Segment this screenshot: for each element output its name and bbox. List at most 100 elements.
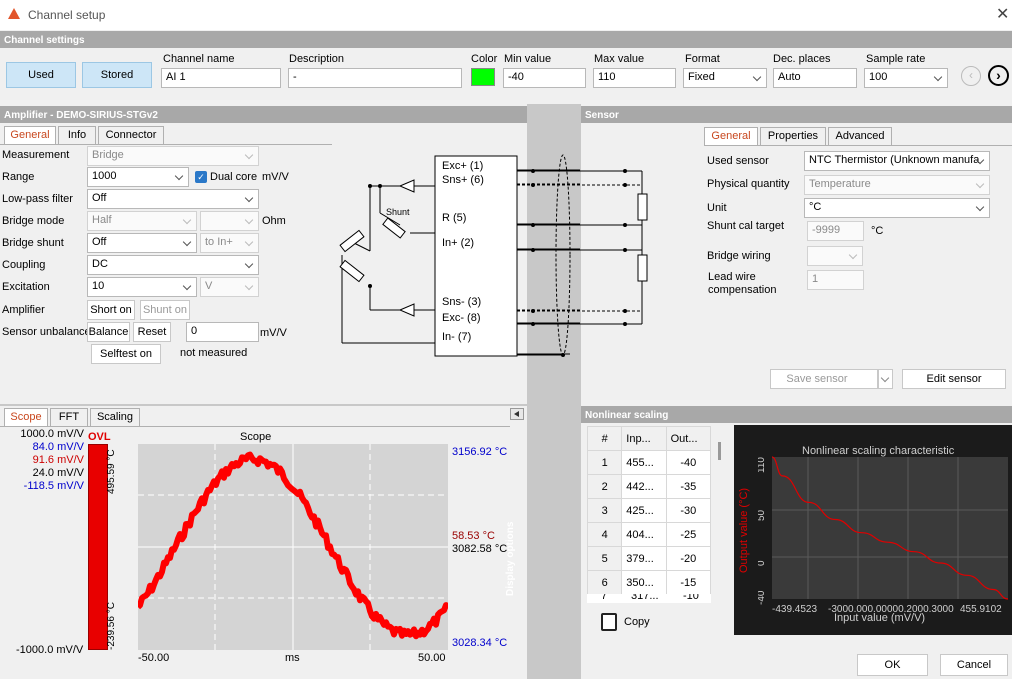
table-header-row: # Inp... Out... (586, 426, 712, 451)
table-row[interactable]: 4 404... -25 (586, 522, 712, 547)
footer-bar: OK Cancel (581, 644, 1012, 679)
dual-core-checkbox[interactable]: ✓ (195, 171, 207, 183)
tab-scaling[interactable]: Scaling (90, 408, 140, 426)
coupling-label: Coupling (2, 259, 46, 271)
measurement-label: Measurement (2, 149, 70, 161)
ovl-indicator: OVL (88, 431, 111, 443)
bridge-mode-select[interactable]: Half (87, 211, 197, 231)
ok-button[interactable]: OK (857, 654, 928, 676)
x-tick-left: -439.4523 (772, 604, 817, 615)
dec-places-input[interactable]: Auto (773, 68, 857, 88)
tab-amplifier-connector[interactable]: Connector (98, 126, 164, 144)
copy-icon[interactable] (601, 613, 617, 631)
stored-button[interactable]: Stored (82, 62, 152, 88)
sensor-tab-underline (704, 145, 1012, 146)
table-row[interactable]: 5 379... -20 (586, 546, 712, 571)
table-row[interactable]: 3 425... -30 (586, 498, 712, 523)
unit-select[interactable]: °C (804, 198, 990, 218)
pin-exc-plus: Exc+ (1) (442, 160, 483, 172)
excitation-select[interactable]: 10 (87, 277, 197, 297)
scale-value: 84.0 mV/V (32, 441, 84, 453)
bridge-ohm-select[interactable] (200, 211, 259, 231)
display-options-tab[interactable]: Display options (505, 522, 516, 596)
format-label: Format (685, 53, 720, 65)
nonlinear-chart: Nonlinear scaling characteristic Output … (734, 425, 1012, 635)
lowpass-select[interactable]: Off (87, 189, 259, 209)
col-index: # (586, 426, 623, 451)
range-select[interactable]: 1000 (87, 167, 189, 187)
display-options-toggle[interactable] (510, 408, 524, 420)
sensor-header: Sensor (581, 106, 1012, 123)
table-row[interactable]: 6 350... -15 (586, 570, 712, 595)
cancel-button[interactable]: Cancel (940, 654, 1008, 676)
prev-channel-icon[interactable]: ‹ (961, 66, 981, 86)
selftest-button[interactable]: Selftest on (91, 344, 161, 364)
tab-scope[interactable]: Scope (4, 408, 48, 427)
close-icon[interactable]: ✕ (996, 4, 1009, 24)
shunt-on-button[interactable]: Shunt on (140, 300, 190, 320)
col-input: Inp... (621, 426, 667, 451)
channel-name-input[interactable]: AI 1 (161, 68, 281, 88)
tab-amplifier-general[interactable]: General (4, 126, 56, 145)
color-swatch[interactable] (471, 68, 495, 86)
used-button[interactable]: Used (6, 62, 76, 88)
sample-rate-select[interactable]: 100 (864, 68, 948, 88)
nonlinear-header: Nonlinear scaling (581, 406, 1012, 423)
unbalance-input[interactable]: 0 (186, 322, 259, 342)
next-channel-icon[interactable]: › (988, 65, 1009, 86)
scope-title: Scope (240, 431, 272, 443)
bar-bottom-value: -239.56 °C (106, 602, 117, 650)
reset-button[interactable]: Reset (133, 322, 171, 342)
copy-button[interactable]: Copy (624, 616, 650, 628)
min-value-input[interactable]: -40 (503, 68, 586, 88)
tab-fft[interactable]: FFT (50, 408, 88, 426)
short-on-button[interactable]: Short on (87, 300, 135, 320)
min-value-label: Min value (504, 53, 552, 65)
bridge-mode-label: Bridge mode (2, 215, 65, 227)
title-bar: Channel setup ✕ (0, 0, 1012, 30)
level-bar (88, 444, 108, 650)
scale-value: 24.0 mV/V (32, 467, 84, 479)
shunt-cal-unit: °C (871, 225, 884, 237)
description-input[interactable]: - (288, 68, 462, 88)
table-row[interactable]: 1 455... -40 (586, 450, 712, 475)
bridge-wiring-select[interactable] (807, 246, 863, 266)
excitation-unit-select[interactable]: V (200, 277, 259, 297)
scope-plot (138, 444, 448, 650)
bridge-shunt-target-select[interactable]: to In+ (200, 233, 259, 253)
tab-sensor-properties[interactable]: Properties (760, 127, 826, 145)
right-mid2-value: 3082.58 °C (452, 543, 508, 555)
max-value-input[interactable]: 110 (593, 68, 676, 88)
bridge-shunt-select[interactable]: Off (87, 233, 197, 253)
shunt-cal-input[interactable]: -9999 (807, 221, 864, 241)
table-row[interactable]: 2 442... -35 (586, 474, 712, 499)
lead-wire-label-2: compensation (708, 284, 777, 296)
tab-sensor-general[interactable]: General (704, 127, 758, 146)
measurement-select[interactable]: Bridge (87, 146, 259, 166)
table-scrollbar[interactable] (711, 426, 727, 603)
description-label: Description (289, 53, 345, 65)
scale-value: -118.5 mV/V (23, 480, 84, 492)
tab-underline (0, 144, 332, 145)
balance-button[interactable]: Balance (87, 322, 130, 342)
physical-quantity-select[interactable]: Temperature (804, 175, 990, 195)
pin-sns-plus: Sns+ (6) (442, 174, 484, 186)
amplifier-label: Amplifier (2, 304, 45, 316)
scale-bottom-value: -1000.0 mV/V (16, 644, 84, 656)
format-select[interactable]: Fixed (683, 68, 767, 88)
bridge-mode-unit: Ohm (262, 215, 286, 227)
scrollbar-thumb[interactable] (718, 442, 721, 460)
tab-amplifier-info[interactable]: Info (58, 126, 96, 144)
sensor-unbalance-label: Sensor unbalance (2, 326, 91, 338)
coupling-select[interactable]: DC (87, 255, 259, 275)
edit-sensor-button[interactable]: Edit sensor (902, 369, 1006, 389)
save-sensor-button[interactable]: Save sensor (770, 369, 878, 389)
used-sensor-select[interactable]: NTC Thermistor (Unknown manufa (804, 151, 990, 171)
lead-wire-input[interactable]: 1 (807, 270, 864, 290)
tab-sensor-advanced[interactable]: Advanced (828, 127, 892, 145)
save-sensor-dropdown-icon[interactable] (878, 369, 893, 389)
table-partial-row: 7 317... -10 (587, 594, 711, 603)
bridge-wiring-label: Bridge wiring (707, 250, 771, 262)
channel-name-label: Channel name (163, 53, 235, 65)
scope-tab-line (0, 426, 510, 427)
